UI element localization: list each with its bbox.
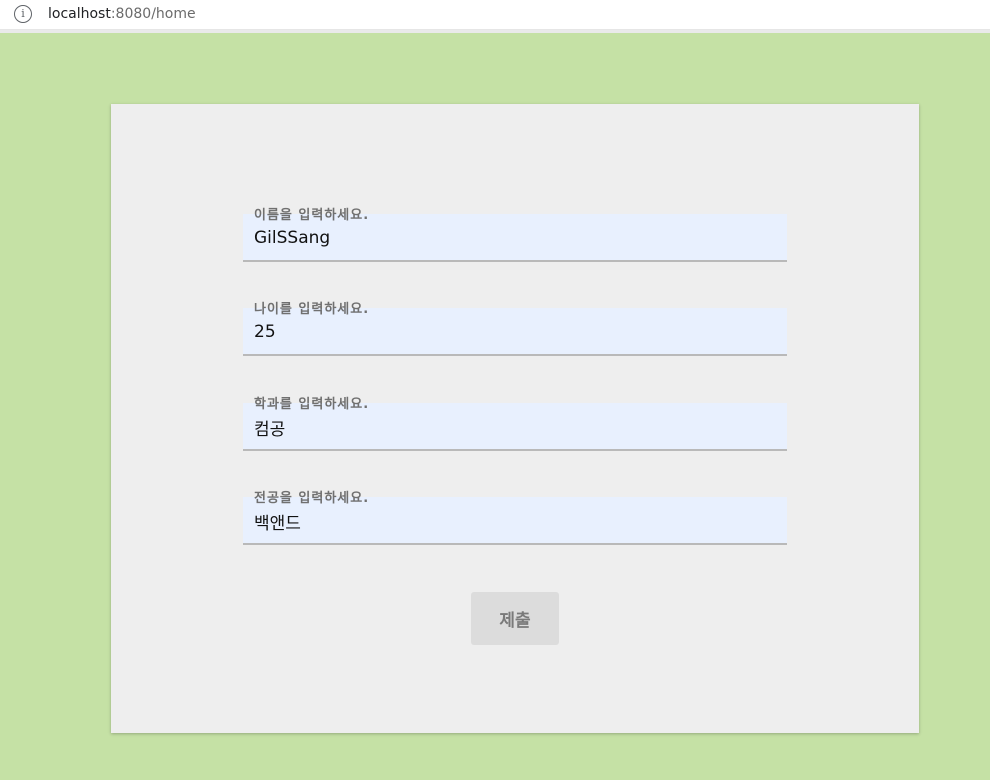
- browser-address-bar: i localhost:8080/home: [0, 0, 990, 30]
- submit-button[interactable]: 제출: [471, 592, 559, 645]
- url-text[interactable]: localhost:8080/home: [48, 6, 196, 22]
- name-field: 이름을 입력하세요.: [243, 204, 787, 264]
- name-label: 이름을 입력하세요.: [254, 208, 370, 223]
- department-field: 학과를 입력하세요.: [243, 393, 787, 453]
- name-input[interactable]: [254, 228, 774, 248]
- major-field: 전공을 입력하세요.: [243, 487, 787, 547]
- url-host: localhost: [48, 6, 111, 22]
- department-label: 학과를 입력하세요.: [254, 397, 370, 412]
- age-input[interactable]: [254, 322, 774, 342]
- page-background: 이름을 입력하세요. 나이를 입력하세요. 학과를 입력하세요. 전공을 입력하…: [0, 30, 990, 780]
- url-path: :8080/home: [110, 6, 196, 22]
- age-label: 나이를 입력하세요.: [254, 302, 370, 317]
- department-input[interactable]: [254, 417, 774, 437]
- info-icon[interactable]: i: [14, 5, 32, 23]
- major-input[interactable]: [254, 511, 774, 531]
- age-field: 나이를 입력하세요.: [243, 298, 787, 358]
- form-card: 이름을 입력하세요. 나이를 입력하세요. 학과를 입력하세요. 전공을 입력하…: [111, 104, 919, 733]
- major-label: 전공을 입력하세요.: [254, 491, 370, 506]
